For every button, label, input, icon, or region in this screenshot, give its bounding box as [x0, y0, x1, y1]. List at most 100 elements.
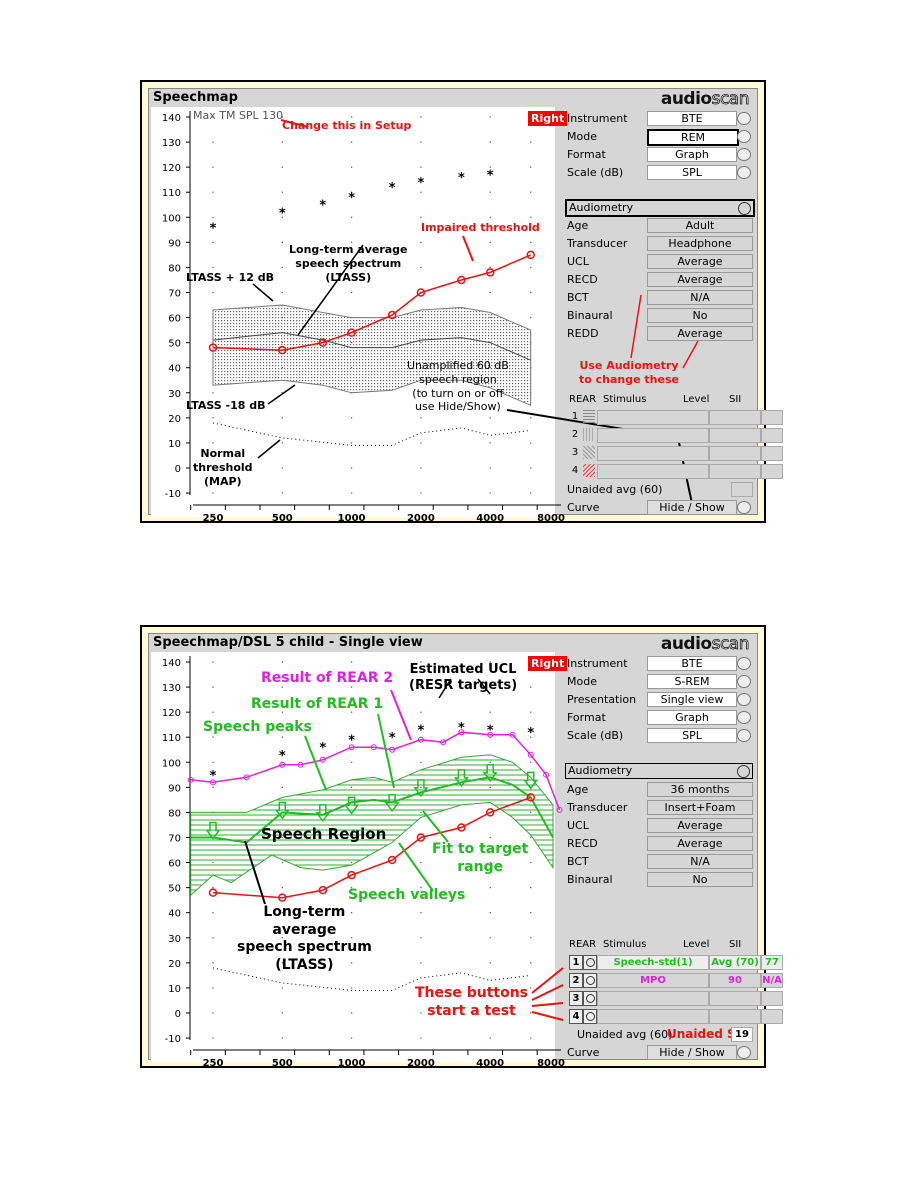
cycle-button-icon[interactable]	[737, 675, 751, 688]
grid-dot	[212, 392, 214, 394]
control-value[interactable]: SPL	[647, 165, 737, 180]
control-instrument[interactable]: Instrument BTE	[563, 656, 755, 671]
rear-start-button-icon[interactable]	[583, 991, 597, 1006]
y-tick-label: 30	[168, 934, 181, 945]
audiometry-item-label: BCT	[567, 291, 589, 304]
audiometry-item-label: RECD	[567, 837, 598, 850]
cycle-button-icon[interactable]	[737, 166, 751, 179]
control-value[interactable]: BTE	[647, 656, 737, 671]
grid-dot	[489, 886, 491, 889]
control-instrument[interactable]: Instrument BTE	[563, 111, 755, 126]
grid-dot	[212, 786, 214, 789]
grid-dot	[420, 937, 422, 939]
grid-dot	[489, 492, 491, 494]
grid-dot	[350, 661, 353, 663]
cycle-button-icon[interactable]	[737, 693, 751, 706]
annotation-leader	[377, 713, 395, 789]
circle-button-icon[interactable]	[737, 501, 751, 514]
rear-sii: 77	[761, 955, 783, 970]
grid-dot	[212, 191, 214, 193]
rear1-annotation: Result of REAR 1	[251, 696, 384, 712]
audiometry-item: Binaural No	[563, 308, 755, 323]
ucl-marker: *	[487, 169, 494, 184]
grid-dot	[212, 442, 214, 444]
rear-number-3[interactable]: 3	[569, 991, 583, 1006]
grid-dot	[281, 736, 283, 738]
control-format[interactable]: Format Graph	[563, 147, 755, 162]
ltass-annotation-line: Long-term average	[289, 243, 408, 256]
rear-stimulus	[597, 464, 709, 479]
grid-dot	[530, 467, 532, 469]
circle-button-icon[interactable]	[737, 1046, 751, 1059]
control-value[interactable]: BTE	[647, 111, 737, 126]
audiometry-button[interactable]: Audiometry	[565, 199, 755, 217]
control-value[interactable]: Graph	[647, 710, 737, 725]
x-tick-label: 8000	[537, 513, 565, 524]
rear-table-header: Level	[683, 394, 710, 405]
hide-show-button[interactable]: Hide / Show	[647, 1045, 737, 1060]
ucl-marker: *	[527, 726, 534, 741]
grid-dot	[212, 937, 214, 939]
cycle-button-icon[interactable]	[737, 148, 751, 161]
control-presentation[interactable]: Presentation Single view	[563, 692, 755, 707]
circle-button-icon[interactable]	[738, 202, 751, 215]
rear-level	[709, 991, 761, 1006]
grid-dot	[281, 786, 283, 789]
rear-stimulus: MPO	[597, 973, 709, 988]
hide-show-button[interactable]: Hide / Show	[647, 500, 737, 515]
ucl-marker: *	[348, 734, 355, 749]
x-tick-label: 4000	[476, 1058, 504, 1069]
y-tick-label: 140	[162, 113, 181, 124]
rear-start-button-icon[interactable]	[583, 973, 597, 988]
audiometry-item: REDD Average	[563, 326, 755, 341]
ltass-annotation-line: (LTASS)	[275, 956, 334, 973]
rear-stimulus	[597, 1009, 709, 1024]
control-value[interactable]: Single view	[647, 692, 737, 707]
control-value[interactable]: REM	[647, 129, 739, 146]
y-tick-label: -10	[165, 1034, 181, 1045]
grid-dot	[530, 886, 532, 889]
rear-stimulus	[597, 991, 709, 1006]
rear-start-button-icon[interactable]	[583, 955, 597, 970]
rear-number-2[interactable]: 2	[569, 973, 583, 988]
ltass-annotation-line: (LTASS)	[325, 270, 372, 284]
rear-number-4: 4	[571, 465, 579, 476]
control-value[interactable]: S-REM	[647, 674, 737, 689]
grid-dot	[530, 316, 532, 319]
control-mode[interactable]: Mode REM	[563, 129, 755, 146]
control-format[interactable]: Format Graph	[563, 710, 755, 725]
y-tick-label: 50	[168, 339, 181, 350]
grid-dot	[212, 761, 214, 763]
rear-level	[709, 446, 761, 461]
rear-number-1[interactable]: 1	[569, 955, 583, 970]
y-tick-label: 20	[168, 414, 181, 425]
audiometry-item: UCL Average	[563, 818, 755, 833]
rear-start-button-icon[interactable]	[583, 1009, 597, 1024]
cycle-button-icon[interactable]	[737, 112, 751, 125]
grid-dot	[212, 1037, 214, 1039]
annotation-leader	[531, 984, 564, 1001]
audiometry-button[interactable]: Audiometry	[565, 763, 753, 779]
grid-dot	[420, 711, 422, 713]
cycle-button-icon[interactable]	[737, 729, 751, 742]
circle-button-icon[interactable]	[737, 765, 750, 778]
audiometry-item-label: Binaural	[567, 309, 613, 322]
y-tick-label: 140	[162, 658, 181, 669]
cycle-button-icon[interactable]	[737, 657, 751, 670]
rear-number-4[interactable]: 4	[569, 1009, 583, 1024]
grid-dot	[350, 141, 353, 143]
cycle-button-icon[interactable]	[737, 130, 751, 143]
unaided-sii-value	[731, 482, 753, 497]
cycle-button-icon[interactable]	[737, 711, 751, 724]
control-scale-db-[interactable]: Scale (dB) SPL	[563, 165, 755, 180]
rear-table-header: REAR	[569, 939, 597, 950]
control-value[interactable]: SPL	[647, 728, 737, 743]
control-mode[interactable]: Mode S-REM	[563, 674, 755, 689]
control-scale-db-[interactable]: Scale (dB) SPL	[563, 728, 755, 743]
fit-target-annotation-line: Fit to target	[432, 841, 529, 857]
grid-dot	[489, 266, 491, 269]
audiometry-item-label: BCT	[567, 855, 589, 868]
control-value[interactable]: Graph	[647, 147, 737, 162]
x-tick-label: 500	[272, 1058, 293, 1069]
threshold-point	[526, 250, 535, 260]
